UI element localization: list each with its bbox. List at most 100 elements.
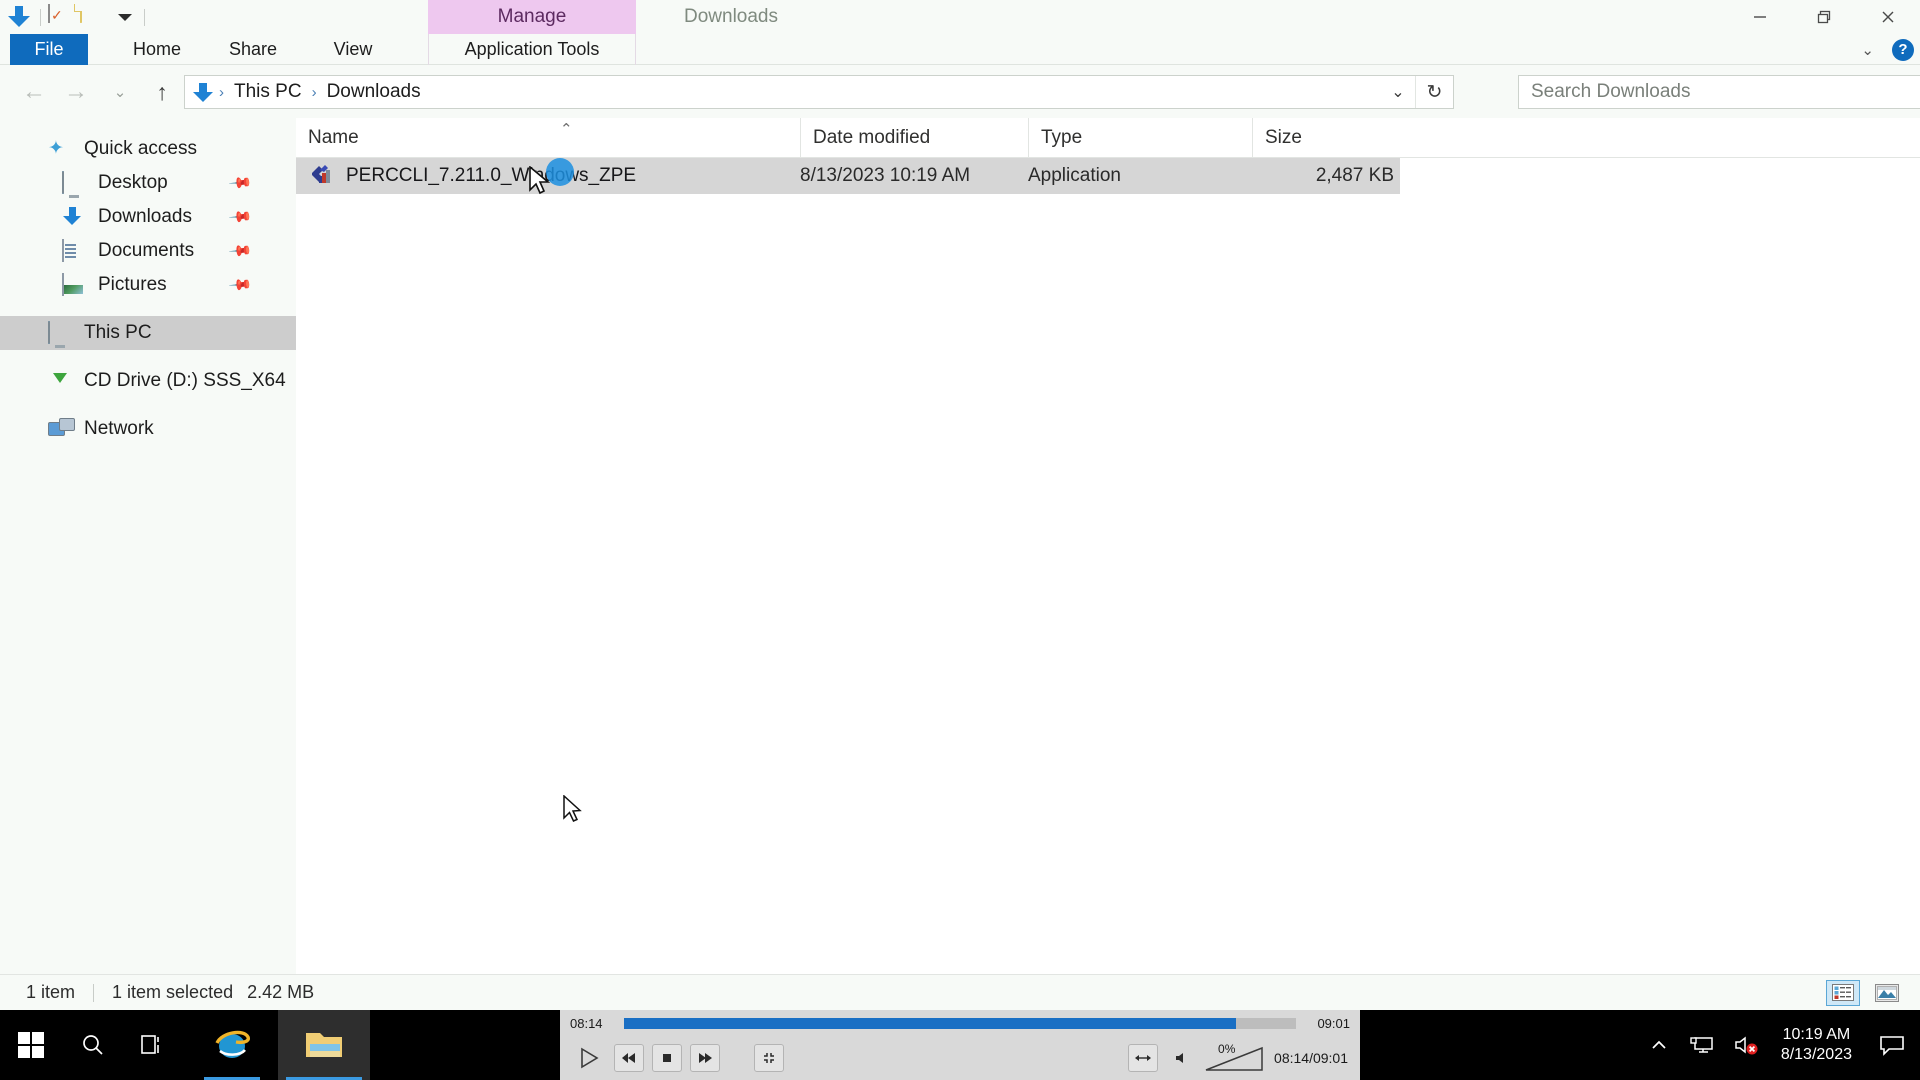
properties-checkmark-icon[interactable]: [48, 3, 73, 30]
large-icons-view-button[interactable]: [1870, 980, 1904, 1006]
ribbon-tab-bar: File Home Share View Application Tools ⌄…: [0, 34, 1920, 65]
view-toggle-group: [1826, 979, 1904, 1006]
breadcrumb-downloads[interactable]: Downloads: [323, 81, 425, 103]
tab-application-tools[interactable]: Application Tools: [428, 34, 636, 65]
start-button[interactable]: [0, 1010, 62, 1080]
breadcrumb-separator-1[interactable]: ›: [306, 84, 323, 101]
media-player-seek-row: 08:14 09:01: [560, 1010, 1360, 1036]
fullscreen-button[interactable]: [754, 1044, 784, 1072]
action-center-button[interactable]: [1864, 1010, 1920, 1080]
network-icon: [48, 418, 74, 440]
search-box[interactable]: ⌕: [1518, 75, 1920, 109]
column-header-type[interactable]: Type: [1028, 118, 1252, 158]
contextual-tab-group-label: Manage: [497, 6, 567, 27]
chevron-down-icon[interactable]: ⌄: [1381, 76, 1415, 108]
click-highlight: [546, 158, 574, 186]
mute-button[interactable]: [1166, 1044, 1196, 1072]
sidebar-item-this-pc[interactable]: This PC: [0, 316, 296, 350]
sidebar-item-label: Documents: [98, 240, 195, 261]
file-explorer-window: Manage Downloads: [0, 0, 1920, 1010]
sidebar-item-quick-access[interactable]: ✦ Quick access: [0, 132, 296, 166]
media-position-label: 08:14/09:01: [1274, 1050, 1348, 1066]
sidebar-item-label: Network: [84, 418, 154, 439]
pin-icon[interactable]: 📌: [228, 238, 254, 264]
address-bar-row: ← → ⌄ ↑ › This PC › Downloads ⌄ ↻ ⌕: [0, 66, 1920, 118]
chevron-down-icon[interactable]: ⌄: [1861, 41, 1874, 59]
media-player-controls: 0% 08:14/09:01: [560, 1036, 1360, 1080]
sidebar-item-documents[interactable]: Documents 📌: [0, 234, 296, 268]
tab-view[interactable]: View: [316, 34, 390, 65]
folder-icon[interactable]: [80, 3, 105, 30]
maximize-restore-button[interactable]: [1792, 0, 1856, 34]
contextual-tab-group-manage[interactable]: Manage: [428, 0, 636, 34]
volume-slider[interactable]: 0%: [1204, 1042, 1266, 1072]
table-row[interactable]: PERCCLI_7.211.0_Windows_ZPE 8/13/2023 10…: [296, 158, 1400, 194]
cd-drive-icon: [48, 370, 74, 392]
file-date-cell: 8/13/2023 10:19 AM: [800, 165, 971, 186]
windows-logo-icon: [18, 1032, 44, 1058]
up-button[interactable]: ↑: [146, 76, 178, 108]
media-duration: 09:01: [1317, 1015, 1350, 1031]
search-input[interactable]: [1531, 81, 1920, 103]
help-icon[interactable]: ?: [1892, 38, 1914, 61]
address-bar[interactable]: › This PC › Downloads ⌄ ↻: [184, 75, 1454, 109]
internet-explorer-button[interactable]: [186, 1010, 278, 1080]
pin-icon[interactable]: 📌: [228, 170, 254, 196]
column-header-name[interactable]: Name ⌃: [296, 118, 800, 158]
breadcrumb-this-pc[interactable]: This PC: [230, 81, 306, 103]
tab-home[interactable]: Home: [118, 34, 196, 65]
explorer-body: ✦ Quick access Desktop 📌 Downloads 📌 Doc…: [0, 118, 1920, 998]
network-icon[interactable]: [1681, 1010, 1725, 1080]
pin-icon[interactable]: 📌: [228, 272, 254, 298]
monitor-icon: [48, 321, 74, 344]
taskbar-clock[interactable]: 10:19 AM 8/13/2023: [1769, 1025, 1864, 1065]
tab-file[interactable]: File: [10, 34, 88, 65]
show-hidden-icons-button[interactable]: [1637, 1010, 1681, 1080]
status-item-count: 1 item: [26, 982, 76, 1002]
sidebar-item-network[interactable]: Network: [0, 412, 296, 446]
desktop-screen: Manage Downloads: [0, 0, 1920, 1080]
next-button[interactable]: [690, 1044, 720, 1072]
download-arrow-icon: [193, 82, 213, 102]
column-header-size[interactable]: Size: [1252, 118, 1400, 158]
search-button[interactable]: [62, 1010, 124, 1080]
recent-locations-button[interactable]: ⌄: [104, 76, 136, 108]
forward-button[interactable]: →: [60, 76, 92, 108]
system-tray: 10:19 AM 8/13/2023: [1637, 1010, 1920, 1080]
media-progress-slider[interactable]: [624, 1017, 1296, 1029]
sidebar-item-desktop[interactable]: Desktop 📌: [0, 166, 296, 200]
task-view-button[interactable]: [124, 1010, 186, 1080]
tab-share[interactable]: Share: [214, 34, 292, 65]
volume-muted-icon[interactable]: [1725, 1010, 1769, 1080]
details-view-button[interactable]: [1826, 979, 1860, 1006]
caret-down-icon[interactable]: [112, 5, 137, 30]
file-explorer-button[interactable]: [278, 1010, 370, 1080]
aspect-ratio-button[interactable]: [1128, 1044, 1159, 1072]
quick-access-toolbar: [0, 0, 145, 34]
sidebar-item-label: Pictures: [98, 274, 167, 295]
refresh-icon[interactable]: ↻: [1415, 76, 1453, 108]
download-arrow-icon[interactable]: [8, 5, 33, 30]
stop-button[interactable]: [652, 1044, 682, 1072]
file-explorer-icon: [306, 1033, 342, 1057]
sidebar-item-downloads[interactable]: Downloads 📌: [0, 200, 296, 234]
close-button[interactable]: [1856, 0, 1920, 34]
pin-icon[interactable]: 📌: [228, 204, 254, 230]
status-divider: [93, 983, 95, 1002]
previous-button[interactable]: [614, 1044, 644, 1072]
search-icon: [83, 1035, 103, 1055]
file-type-cell: Application: [1028, 165, 1121, 186]
internet-explorer-icon: [215, 1030, 250, 1058]
column-header-date-modified[interactable]: Date modified: [800, 118, 1028, 158]
minimize-button[interactable]: [1728, 0, 1792, 34]
sidebar-item-label: Desktop: [98, 172, 168, 193]
sidebar-item-pictures[interactable]: Pictures 📌: [0, 268, 296, 302]
download-arrow-icon: [62, 206, 88, 228]
breadcrumb-separator-0[interactable]: ›: [213, 84, 230, 101]
sort-ascending-icon: ⌃: [560, 121, 573, 138]
task-view-icon: [141, 1035, 159, 1054]
back-button[interactable]: ←: [18, 76, 50, 108]
address-bar-right: ⌄ ↻: [1381, 76, 1453, 108]
play-button[interactable]: [572, 1042, 606, 1074]
sidebar-item-cd-drive[interactable]: CD Drive (D:) SSS_X64: [0, 364, 296, 398]
